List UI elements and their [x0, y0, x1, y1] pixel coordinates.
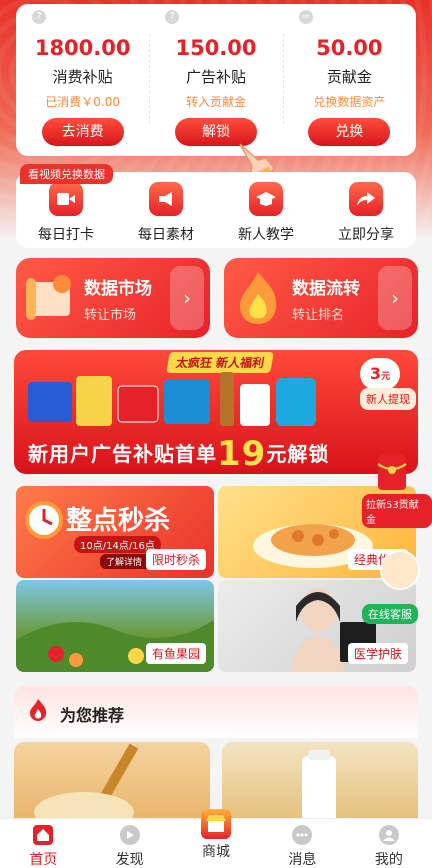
promo-big-number: 19 [217, 434, 267, 474]
ad-subsidy: ? 150.00 广告补贴 转入贡献金 解锁 [149, 4, 282, 156]
tab-profile[interactable]: 我的 [346, 819, 432, 868]
tile-label: 有鱼果园 [145, 643, 206, 664]
chevron-right-icon: › [378, 266, 412, 330]
flash-sale-tile[interactable]: 整点秒杀 10点/14点/16点 了解详情 > 限时秒杀 [16, 486, 214, 578]
exchange-button[interactable]: 兑换 [308, 118, 391, 146]
subsidy-note: 已消费￥0.00 [45, 95, 121, 109]
fish-orchard-tile[interactable]: 有鱼果园 [16, 580, 214, 672]
flash-sale-title: 整点秒杀 [66, 506, 171, 536]
subsidy-amount: 1800.00 [34, 36, 131, 60]
new-user-promo-banner[interactable]: 太疯狂 新人福利 3元 新人提现 新用户广告补贴首单19元解锁 [14, 350, 418, 474]
data-flow-subtitle: 转让排名 [292, 308, 345, 323]
share-icon [349, 182, 383, 216]
subsidy-amount: 50.00 [316, 36, 383, 60]
consumption-subsidy: ? 1800.00 消费补贴 已消费￥0.00 去消费 [16, 4, 149, 156]
customer-service-label[interactable]: 在线客服 [362, 604, 418, 624]
promo-text-before: 新用户广告补贴首单 [28, 442, 217, 466]
data-flow-card[interactable]: 数据流转 转让排名 › [224, 258, 418, 338]
store-icon [201, 809, 232, 839]
invite-reward-tag[interactable]: 拉新53贡献金 [362, 494, 432, 528]
quick-item-label: 立即分享 [338, 227, 394, 243]
product-image [302, 750, 336, 822]
promo-goods-image [28, 372, 316, 426]
quick-item-label: 新人教学 [238, 227, 294, 243]
flame-icon [30, 699, 47, 721]
message-icon [292, 825, 313, 845]
red-envelope-icon[interactable] [372, 452, 412, 492]
tile-label: 限时秒杀 [145, 549, 206, 570]
play-icon [119, 825, 140, 845]
contribution-fund: = 50.00 贡献金 兑换数据资产 兑换 [282, 4, 416, 156]
subsidy-note: 兑换数据资产 [313, 95, 386, 109]
quick-item-label: 每日素材 [138, 227, 194, 243]
consume-button[interactable]: 去消费 [41, 118, 124, 146]
recommend-title: 为您推荐 [60, 706, 125, 725]
user-icon [378, 825, 399, 845]
megaphone-icon [149, 182, 183, 216]
customer-service-avatar[interactable] [380, 550, 420, 590]
video-exchange-tag[interactable]: 看视频兑换数据 [20, 164, 113, 184]
medical-skincare-tile[interactable]: 医学护肤 [218, 580, 416, 672]
help-icon[interactable]: ? [32, 10, 46, 24]
data-flow-title: 数据流转 [292, 279, 360, 299]
tab-messages[interactable]: 消息 [259, 819, 345, 868]
recommend-card[interactable] [14, 742, 210, 822]
recommend-card[interactable] [222, 742, 418, 822]
promo-headline: 新用户广告补贴首单19元解锁 [28, 434, 329, 474]
tab-discover[interactable]: 发现 [86, 819, 172, 868]
quick-actions: 看视频兑换数据 每日打卡 每日素材 新人教学 立即分享 [16, 164, 416, 248]
quick-item-share[interactable]: 立即分享 [316, 172, 416, 248]
tab-label: 首页 [29, 852, 58, 868]
data-market-card[interactable]: 数据市场 转让市场 › [16, 258, 210, 338]
help-icon[interactable]: ? [165, 10, 180, 24]
promo-text-after: 元解锁 [266, 442, 330, 466]
new-user-withdraw-tag[interactable]: 新人提现 [360, 388, 416, 410]
video-icon [49, 182, 83, 216]
menu-icon[interactable]: = [298, 10, 313, 24]
badge-unit: 元 [381, 372, 391, 382]
data-market-subtitle: 转让市场 [84, 308, 137, 323]
quick-item-tutorial[interactable]: 新人教学 [216, 172, 316, 248]
recommend-header: 为您推荐 [14, 686, 418, 738]
badge-number: 3 [369, 364, 382, 383]
bottom-tab-bar: 首页 发现 商城 消息 我的 [0, 809, 432, 868]
subsidy-name: 广告补贴 [185, 68, 246, 86]
quick-item-label: 每日打卡 [38, 227, 94, 243]
tab-label: 商城 [202, 844, 231, 860]
tab-mall[interactable]: 商城 [173, 809, 259, 868]
quick-item-materials[interactable]: 每日素材 [116, 172, 216, 248]
tab-label: 发现 [115, 852, 144, 868]
chevron-right-icon: › [170, 266, 204, 330]
subsidy-amount: 150.00 [175, 36, 257, 60]
home-icon [33, 825, 54, 845]
product-image [34, 743, 139, 822]
tab-label: 消息 [288, 852, 317, 868]
tile-label: 医学护肤 [347, 643, 408, 664]
subsidy-card: ? 1800.00 消费补贴 已消费￥0.00 去消费 ? 150.00 广告补… [16, 4, 416, 156]
graduation-cap-icon [249, 182, 283, 216]
subsidy-name: 贡献金 [326, 68, 372, 86]
clock-icon [25, 501, 63, 539]
data-market-title: 数据市场 [84, 279, 152, 299]
tab-label: 我的 [374, 852, 403, 868]
promo-amount-badge: 3元 [360, 358, 400, 390]
subsidy-name: 消费补贴 [52, 68, 113, 86]
scroll-icon [26, 275, 71, 320]
subsidy-note: 转入贡献金 [185, 95, 246, 109]
flame-icon [240, 272, 277, 324]
tab-home[interactable]: 首页 [0, 819, 86, 868]
